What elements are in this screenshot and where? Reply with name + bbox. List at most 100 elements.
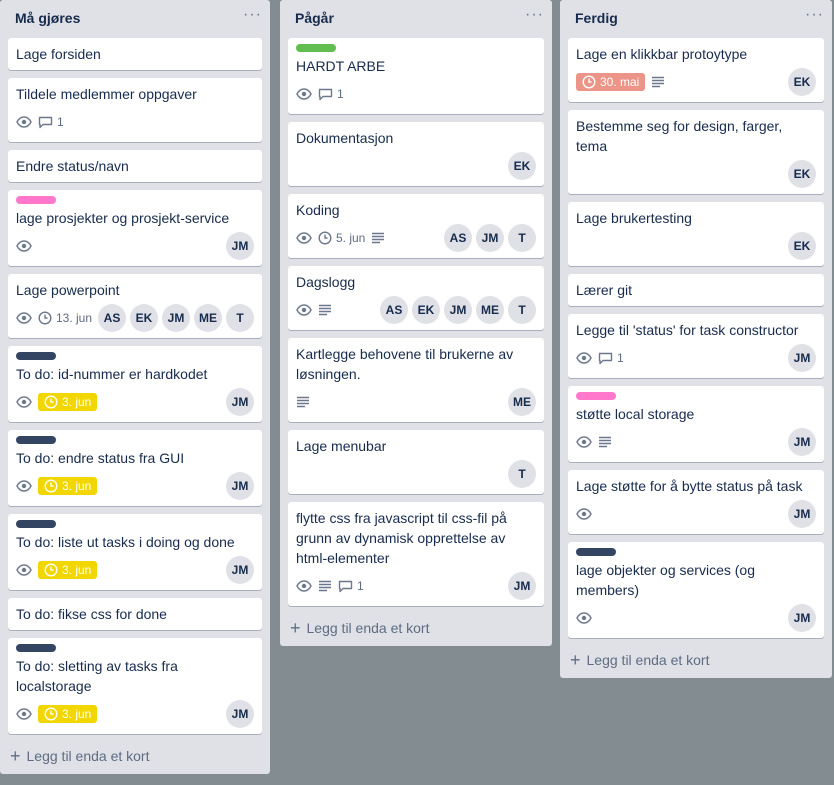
- card-members: JM: [788, 500, 816, 528]
- card-badges: 30. mai: [576, 73, 665, 91]
- list-menu-icon[interactable]: ···: [525, 6, 544, 24]
- add-card-button[interactable]: + Legg til enda et kort: [0, 742, 270, 766]
- card-label-navy[interactable]: [16, 436, 56, 444]
- member-avatar[interactable]: JM: [788, 604, 816, 632]
- card[interactable]: Lage menubar T: [288, 430, 544, 494]
- card-label-navy[interactable]: [16, 352, 56, 360]
- member-avatar[interactable]: JM: [226, 556, 254, 584]
- list-title[interactable]: Ferdig: [575, 10, 618, 26]
- member-avatar[interactable]: EK: [788, 68, 816, 96]
- member-avatar[interactable]: JM: [788, 428, 816, 456]
- card[interactable]: Legge til 'status' for task constructor 1…: [568, 314, 824, 378]
- member-avatar[interactable]: JM: [476, 224, 504, 252]
- card-title: Endre status/navn: [16, 158, 129, 174]
- card-label-green[interactable]: [296, 44, 336, 52]
- card-members: AS EK JM ME T: [380, 296, 536, 324]
- card[interactable]: Lage støtte for å bytte status på task JM: [568, 470, 824, 534]
- card-badge: [296, 304, 312, 316]
- card-footer: JM: [576, 500, 816, 528]
- member-avatar[interactable]: EK: [788, 160, 816, 188]
- member-avatar[interactable]: AS: [444, 224, 472, 252]
- description-icon: [651, 76, 665, 88]
- member-avatar[interactable]: JM: [508, 572, 536, 600]
- card-members: T: [508, 460, 536, 488]
- plus-icon: +: [570, 650, 581, 670]
- card[interactable]: Lærer git: [568, 274, 824, 306]
- card-label-pink[interactable]: [576, 392, 616, 400]
- member-avatar[interactable]: EK: [130, 304, 158, 332]
- card[interactable]: HARDT ARBE 1: [288, 38, 544, 114]
- card[interactable]: To do: fikse css for done: [8, 598, 262, 630]
- card[interactable]: Kartlegge behovene til brukerne av løsni…: [288, 338, 544, 422]
- card-members: AS EK JM ME T: [98, 304, 254, 332]
- plus-icon: +: [10, 746, 21, 766]
- card[interactable]: Bestemme seg for design, farger, tema EK: [568, 110, 824, 194]
- clock-icon: [44, 395, 58, 409]
- card-members: EK: [508, 152, 536, 180]
- member-avatar[interactable]: AS: [98, 304, 126, 332]
- member-avatar[interactable]: JM: [444, 296, 472, 324]
- card[interactable]: lage prosjekter og prosjekt-service JM: [8, 190, 262, 266]
- card[interactable]: Koding 5. jun AS JM T: [288, 194, 544, 258]
- comment-icon: [38, 116, 53, 129]
- card[interactable]: To do: sletting av tasks fra localstorag…: [8, 638, 262, 734]
- card-badges: 3. jun: [16, 561, 98, 579]
- card-badges: 3. jun: [16, 393, 98, 411]
- eye-icon: [576, 352, 592, 364]
- card[interactable]: flytte css fra javascript til css-fil på…: [288, 502, 544, 606]
- eye-icon: [16, 396, 32, 408]
- add-card-button[interactable]: + Legg til enda et kort: [560, 646, 832, 670]
- card[interactable]: lage objekter og services (og members) JM: [568, 542, 824, 638]
- card-list: HARDT ARBE 1 Dokumentasjon EK Koding 5. jun AS…: [280, 38, 552, 606]
- member-avatar[interactable]: EK: [788, 232, 816, 260]
- card-badges: 3. jun: [16, 705, 98, 723]
- card-title: To do: fikse css for done: [16, 606, 167, 622]
- list-title[interactable]: Pågår: [295, 10, 334, 26]
- card-members: JM: [226, 556, 254, 584]
- card[interactable]: To do: endre status fra GUI 3. jun JM: [8, 430, 262, 506]
- member-avatar[interactable]: JM: [226, 472, 254, 500]
- member-avatar[interactable]: ME: [194, 304, 222, 332]
- card[interactable]: To do: liste ut tasks i doing og done 3. …: [8, 514, 262, 590]
- member-avatar[interactable]: JM: [226, 388, 254, 416]
- card-footer: 3. jun JM: [16, 700, 254, 728]
- card[interactable]: Lage forsiden: [8, 38, 262, 70]
- member-avatar[interactable]: JM: [162, 304, 190, 332]
- card-badge: 3. jun: [38, 705, 98, 723]
- member-avatar[interactable]: EK: [412, 296, 440, 324]
- member-avatar[interactable]: JM: [788, 500, 816, 528]
- card[interactable]: Lage brukertesting EK: [568, 202, 824, 266]
- card-members: JM: [226, 388, 254, 416]
- list-menu-icon[interactable]: ···: [805, 6, 824, 24]
- card[interactable]: støtte local storage JM: [568, 386, 824, 462]
- badge-text: 3. jun: [62, 707, 92, 721]
- card-members: EK: [788, 68, 816, 96]
- card[interactable]: Lage en klikkbar protoytype 30. mai EK: [568, 38, 824, 102]
- member-avatar[interactable]: T: [226, 304, 254, 332]
- add-card-button[interactable]: + Legg til enda et kort: [280, 614, 552, 638]
- card[interactable]: Dagslogg AS EK JM ME T: [288, 266, 544, 330]
- member-avatar[interactable]: JM: [788, 344, 816, 372]
- list-header: Pågår ···: [280, 0, 552, 38]
- card[interactable]: Lage powerpoint 13. jun AS EK JM ME T: [8, 274, 262, 338]
- member-avatar[interactable]: T: [508, 460, 536, 488]
- member-avatar[interactable]: JM: [226, 700, 254, 728]
- card[interactable]: Dokumentasjon EK: [288, 122, 544, 186]
- member-avatar[interactable]: ME: [476, 296, 504, 324]
- card[interactable]: Endre status/navn: [8, 150, 262, 182]
- list-menu-icon[interactable]: ···: [243, 6, 262, 24]
- member-avatar[interactable]: ME: [508, 388, 536, 416]
- card-badge: 1: [598, 351, 624, 365]
- member-avatar[interactable]: EK: [508, 152, 536, 180]
- card-label-navy[interactable]: [16, 644, 56, 652]
- card-label-navy[interactable]: [16, 520, 56, 528]
- card[interactable]: Tildele medlemmer oppgaver 1: [8, 78, 262, 142]
- member-avatar[interactable]: AS: [380, 296, 408, 324]
- list-title[interactable]: Må gjøres: [15, 10, 80, 26]
- member-avatar[interactable]: T: [508, 296, 536, 324]
- card-label-navy[interactable]: [576, 548, 616, 556]
- card[interactable]: To do: id-nummer er hardkodet 3. jun JM: [8, 346, 262, 422]
- member-avatar[interactable]: JM: [226, 232, 254, 260]
- member-avatar[interactable]: T: [508, 224, 536, 252]
- card-label-pink[interactable]: [16, 196, 56, 204]
